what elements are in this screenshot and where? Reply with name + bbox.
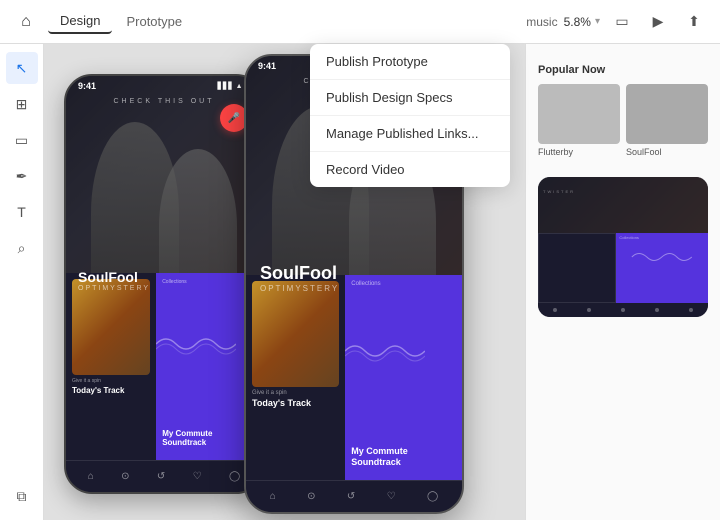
mini-twister-label: TWISTER (543, 189, 575, 194)
popular-name-flutterby: Flutterby (538, 147, 620, 157)
popular-now-title: Popular Now (538, 64, 708, 76)
pen-tool[interactable]: ✒ (6, 160, 38, 192)
phone-left-song-name: SoulFool (78, 269, 150, 285)
layers-tool[interactable]: ⧉ (6, 480, 38, 512)
popular-thumb-flutterby (538, 84, 620, 144)
dropdown-item-publish-design-specs[interactable]: Publish Design Specs (310, 80, 510, 116)
phone-center-card-today: Give it a spin Today's Track (246, 275, 345, 480)
mini-wave (616, 247, 708, 267)
phone-left-song-info: SoulFool OPTIMYSTERY (78, 269, 150, 292)
nav-heart-icon[interactable]: ♡ (193, 471, 202, 482)
nav-center-search-icon[interactable]: ⊙ (307, 491, 315, 502)
phone-center-collections-label: Collections (351, 281, 456, 287)
mini-nav (538, 303, 708, 317)
cursor-tool[interactable]: ↖ (6, 52, 38, 84)
mini-nav-dot-5 (689, 308, 693, 312)
mini-nav-dot-2 (587, 308, 591, 312)
nav-center-refresh-icon[interactable]: ↺ (347, 491, 355, 502)
nav-search-icon[interactable]: ⊙ (121, 471, 129, 482)
phone-left-card-image (72, 279, 150, 375)
tabs: Design Prototype (48, 9, 194, 34)
rectangle-tool[interactable]: ▭ (6, 124, 38, 156)
mini-nav-dot-1 (553, 308, 557, 312)
home-button[interactable]: ⌂ (12, 8, 40, 36)
text-tool[interactable]: T (6, 196, 38, 228)
right-panel: Popular Now Flutterby SoulFool (525, 44, 720, 520)
phone-left-song-artist: OPTIMYSTERY (78, 285, 150, 292)
phone-center-today-track: Today's Track (252, 398, 339, 408)
share-button[interactable]: ⬆ (680, 8, 708, 36)
play-button[interactable]: ▶ (644, 8, 672, 36)
mini-card-left (538, 233, 616, 303)
nav-home-icon[interactable]: ⌂ (88, 471, 94, 482)
device-preview-button[interactable]: ▭ (608, 8, 636, 36)
nav-refresh-icon[interactable]: ↺ (157, 471, 165, 482)
phone-left-screen: 9:41 ▋▋▋▲▊ CHECK THIS OUT 🎤 SoulFool OPT… (66, 76, 262, 492)
phone-left-today-track: Today's Track (72, 386, 150, 395)
popular-name-soulfool: SoulFool (626, 147, 708, 157)
frame-tool[interactable]: ⊞ (6, 88, 38, 120)
phone-left-bottom-cards: Give it a spin Today's Track Collections… (66, 273, 262, 460)
phone-left-collections-label: Collections (162, 279, 256, 285)
left-sidebar: ↖ ⊞ ▭ ✒ T ⌕ ⧉ (0, 44, 44, 520)
popular-item-flutterby: Flutterby (538, 84, 620, 157)
phone-center-time: 9:41 (258, 61, 276, 71)
phone-left-wave (156, 329, 236, 359)
phone-center-give-spin-label: Give it a spin (252, 390, 339, 396)
zoom-tool[interactable]: ⌕ (6, 232, 38, 264)
tab-design[interactable]: Design (48, 9, 112, 34)
popular-thumb-soulfool (626, 84, 708, 144)
dropdown-item-publish-prototype[interactable]: Publish Prototype (310, 44, 510, 80)
mini-card-right-label: Collections (616, 233, 708, 242)
dropdown-menu: Publish Prototype Publish Design Specs M… (310, 44, 510, 187)
project-name-label: music (526, 15, 557, 29)
dropdown-item-record-video[interactable]: Record Video (310, 152, 510, 187)
phone-center-song-artist: OPTIMYSTERY (260, 284, 339, 293)
mini-card-right: Collections (616, 233, 708, 303)
phone-center-song-name: SoulFool (260, 263, 339, 284)
phone-center-wave (345, 336, 425, 366)
phone-left-give-spin-label: Give it a spin (72, 378, 150, 384)
phone-center-bottom-cards: Give it a spin Today's Track Collections… (246, 275, 462, 480)
mini-nav-dot-4 (655, 308, 659, 312)
phone-center-card-image (252, 281, 339, 387)
popular-now-section: Popular Now Flutterby SoulFool (526, 52, 720, 169)
nav-center-home-icon[interactable]: ⌂ (270, 491, 276, 502)
phone-left-card-today: Give it a spin Today's Track (66, 273, 156, 460)
dropdown-item-manage-links[interactable]: Manage Published Links... (310, 116, 510, 152)
mini-card-left-label (539, 234, 615, 238)
toolbar: ⌂ Design Prototype music 5.8% ▾ ▭ ▶ ⬆ (0, 0, 720, 44)
phone-left-mockup: 9:41 ▋▋▋▲▊ CHECK THIS OUT 🎤 SoulFool OPT… (64, 74, 264, 494)
nav-center-heart-icon[interactable]: ♡ (387, 491, 396, 502)
tab-prototype[interactable]: Prototype (114, 10, 194, 33)
nav-profile-icon[interactable]: ◯ (229, 471, 240, 482)
zoom-level: 5.8% (564, 15, 591, 29)
mini-nav-dot-3 (621, 308, 625, 312)
phone-center-bottom-nav: ⌂ ⊙ ↺ ♡ ◯ (246, 480, 462, 512)
chevron-down-icon[interactable]: ▾ (595, 16, 600, 27)
popular-item-soulfool: SoulFool (626, 84, 708, 157)
phone-left-status-bar: 9:41 ▋▋▋▲▊ (66, 76, 262, 96)
canvas: ⌂ Design Prototype music 5.8% ▾ ▭ ▶ ⬆ ↖ … (0, 0, 720, 520)
phone-center-commute-text: My CommuteSoundtrack (351, 446, 408, 468)
toolbar-actions: ▭ ▶ ⬆ (608, 8, 708, 36)
mini-bottom-cards: Collections (538, 233, 708, 303)
popular-grid: Flutterby SoulFool (538, 84, 708, 157)
phone-left-commute-text: My CommuteSoundtrack (162, 429, 212, 448)
phone-left-bottom-nav: ⌂ ⊙ ↺ ♡ ◯ (66, 460, 262, 492)
mini-phone-preview: TWISTER Collections (538, 177, 708, 317)
phone-center-card-collections: Collections My CommuteSoundtrack (345, 275, 462, 480)
phone-left-time: 9:41 (78, 81, 96, 91)
phone-center-song-info: SoulFool OPTIMYSTERY (260, 263, 339, 293)
nav-center-profile-icon[interactable]: ◯ (427, 491, 438, 502)
